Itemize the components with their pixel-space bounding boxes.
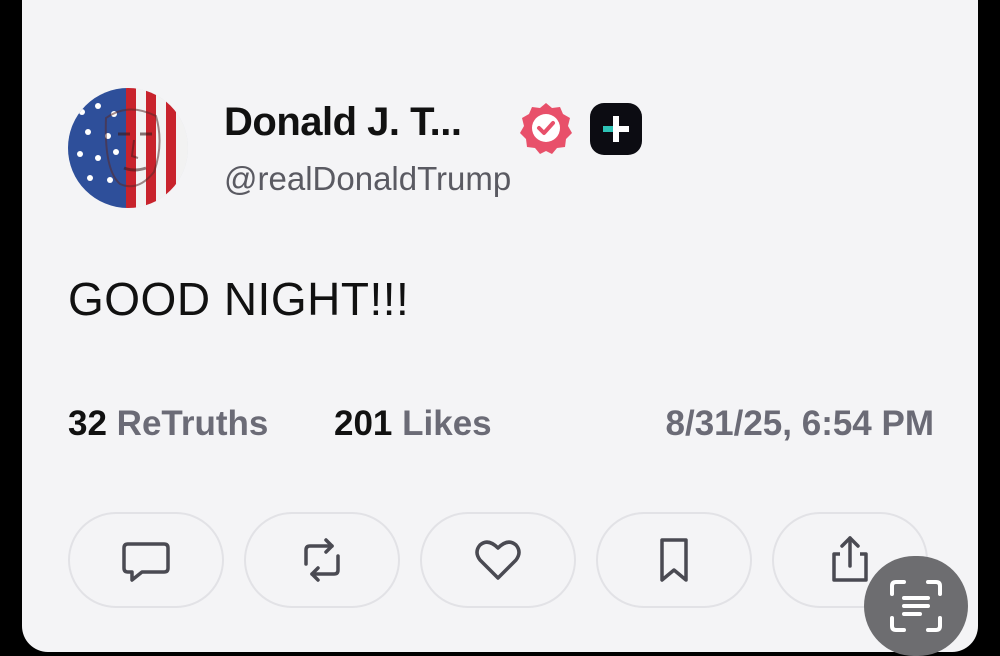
likes-count: 201	[334, 404, 393, 443]
post-stats: 32 ReTruths 201 Likes 8/31/25, 6:54 PM	[68, 404, 934, 454]
post-timestamp: 8/31/25, 6:54 PM	[665, 404, 935, 443]
post-body-text: GOOD NIGHT!!!	[68, 273, 410, 325]
user-handle[interactable]: @realDonaldTrump	[224, 160, 511, 198]
retruths-label: ReTruths	[116, 404, 269, 443]
flag-face-avatar-icon	[68, 88, 188, 208]
post-card: Donald J. T... @realDonaldTrump GOOD NIG…	[22, 0, 978, 652]
text-scan-button[interactable]	[864, 556, 968, 656]
like-button[interactable]	[420, 512, 576, 608]
comment-icon	[122, 542, 170, 582]
share-icon	[832, 536, 868, 582]
likes-label: Likes	[402, 404, 492, 443]
verified-badge-icon	[518, 100, 574, 156]
bookmark-button[interactable]	[596, 512, 752, 608]
retruth-icon	[304, 538, 340, 582]
reply-button[interactable]	[68, 512, 224, 608]
retruths-count: 32	[68, 404, 107, 443]
retruths-stat[interactable]: 32 ReTruths	[68, 404, 268, 444]
avatar[interactable]	[68, 88, 188, 208]
bookmark-icon	[660, 538, 688, 582]
heart-icon	[475, 540, 521, 580]
display-name[interactable]: Donald J. T...	[224, 100, 462, 145]
likes-stat[interactable]: 201 Likes	[334, 404, 492, 444]
retruth-button[interactable]	[244, 512, 400, 608]
plus-badge-icon	[590, 103, 642, 155]
text-scan-icon	[890, 580, 942, 632]
